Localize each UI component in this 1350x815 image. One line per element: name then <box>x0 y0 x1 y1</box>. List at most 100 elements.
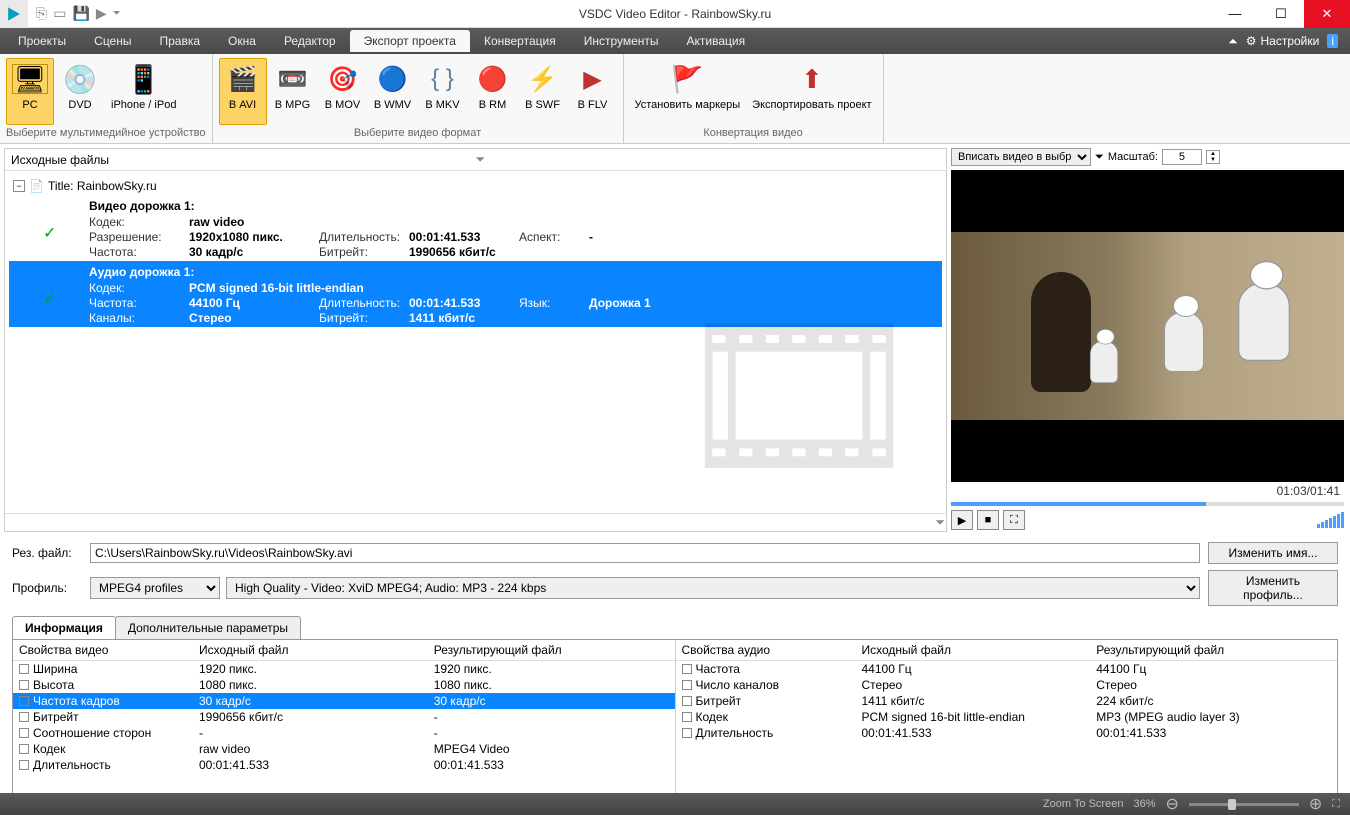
a-ch-l: Каналы: <box>89 311 189 325</box>
ribbon-В-SWF[interactable]: ⚡В SWF <box>519 58 567 125</box>
v-res-l: Разрешение: <box>89 230 189 244</box>
scale-down[interactable]: ▼ <box>1207 157 1219 163</box>
profile-group-select[interactable]: MPEG4 profiles <box>90 577 220 599</box>
tree-node-title[interactable]: Title: RainbowSky.ru <box>48 179 157 193</box>
profile-select[interactable]: High Quality - Video: XviD MPEG4; Audio:… <box>226 577 1200 599</box>
menu-Проекты[interactable]: Проекты <box>4 30 80 52</box>
tree-collapse-toggle[interactable]: − <box>13 180 25 192</box>
prop-row[interactable]: Битрейт1990656 кбит/с- <box>13 709 675 725</box>
a-lang: Дорожка 1 <box>589 296 689 310</box>
a-codec-l: Кодек: <box>89 281 189 295</box>
ribbon-В-FLV[interactable]: ▶В FLV <box>569 58 617 125</box>
fit-dropdown-icon[interactable]: ⏷ <box>1095 151 1104 164</box>
zoom-out-button[interactable]: ⊖ <box>1165 794 1178 814</box>
ribbon-В-RM[interactable]: 🔴В RM <box>469 58 517 125</box>
prop-row[interactable]: Битрейт1411 кбит/с224 кбит/с <box>676 693 1338 709</box>
menu-Правка[interactable]: Правка <box>146 30 215 52</box>
result-file-label: Рез. файл: <box>12 546 82 560</box>
menubar: ПроектыСценыПравкаОкнаРедакторЭкспорт пр… <box>0 28 1350 54</box>
menu-Активация[interactable]: Активация <box>673 30 760 52</box>
change-name-button[interactable]: Изменить имя... <box>1208 542 1338 564</box>
expand-icon[interactable]: ⏶ <box>1228 34 1238 49</box>
menu-Конвертация[interactable]: Конвертация <box>470 30 570 52</box>
tab-0[interactable]: Информация <box>12 616 116 639</box>
tab-1[interactable]: Дополнительные параметры <box>115 616 301 639</box>
v-codec: raw video <box>189 215 319 229</box>
v-asp-l: Аспект: <box>519 230 589 244</box>
ribbon-В-MPG[interactable]: 📼В MPG <box>269 58 317 125</box>
scale-label: Масштаб: <box>1108 151 1158 163</box>
result-file-input[interactable] <box>90 543 1200 563</box>
seekbar[interactable] <box>951 502 1344 506</box>
prop-row[interactable]: Ширина1920 пикс.1920 пикс. <box>13 661 675 677</box>
stop-button[interactable]: ■ <box>977 510 999 530</box>
v-freq-l: Частота: <box>89 245 189 259</box>
menu-Сцены[interactable]: Сцены <box>80 30 145 52</box>
scale-input[interactable] <box>1162 149 1202 165</box>
ribbon-В-MKV[interactable]: { }В MKV <box>419 58 467 125</box>
prop-row[interactable]: Число каналовСтереоСтерео <box>676 677 1338 693</box>
panel-dropdown-icon[interactable]: ⏷ <box>476 152 941 167</box>
prop-row[interactable]: КодекPCM signed 16-bit little-endianMP3 … <box>676 709 1338 725</box>
video-track-head[interactable]: Видео дорожка 1: <box>39 197 942 215</box>
prop-row[interactable]: Соотношение сторон-- <box>13 725 675 741</box>
ribbon: 🖥PC💿DVD📱iPhone / iPod Выберите мультимед… <box>0 54 1350 144</box>
ribbon-В-AVI[interactable]: 🎬В AVI <box>219 58 267 125</box>
prop-row[interactable]: Высота1080 пикс.1080 пикс. <box>13 677 675 693</box>
qa-copy-icon[interactable]: ⎘ <box>36 5 47 22</box>
fit-screen-button[interactable]: ⛶ <box>1332 798 1340 811</box>
qa-play-icon[interactable]: ▶ <box>96 5 107 22</box>
change-profile-button[interactable]: Изменить профиль... <box>1208 570 1338 606</box>
menu-Окна[interactable]: Окна <box>214 30 270 52</box>
a-codec: PCM signed 16-bit little-endian <box>189 281 519 295</box>
v-bit-l: Битрейт: <box>319 245 409 259</box>
prop-row[interactable]: Длительность00:01:41.53300:01:41.533 <box>13 757 675 773</box>
zoom-slider[interactable] <box>1189 803 1299 806</box>
menu-Инструменты[interactable]: Инструменты <box>570 30 673 52</box>
prop-row[interactable]: Частота кадров30 кадр/с30 кадр/с <box>13 693 675 709</box>
qa-dropdown-icon[interactable]: ⏷ <box>113 8 121 19</box>
ribbon-group1-title: Выберите мультимедийное устройство <box>6 125 206 141</box>
a-freq: 44100 Гц <box>189 296 319 310</box>
titlebar: ⎘ ▭ 💾 ▶ ⏷ VSDC Video Editor - RainbowSky… <box>0 0 1350 28</box>
panel-scroll-down[interactable]: ⏷ <box>935 515 945 530</box>
time-display: 01:03/01:41 <box>951 482 1344 500</box>
fullscreen-button[interactable]: ⛶ <box>1003 510 1025 530</box>
prop-row[interactable]: Частота44100 Гц44100 Гц <box>676 661 1338 677</box>
maximize-button[interactable]: ☐ <box>1258 0 1304 28</box>
ribbon-Экспортировать-проект[interactable]: ⬆Экспортировать проект <box>747 58 876 125</box>
v-dur-l: Длительность: <box>319 230 409 244</box>
menu-Экспорт проекта[interactable]: Экспорт проекта <box>350 30 470 52</box>
prop-row[interactable]: Кодекraw videoMPEG4 Video <box>13 741 675 757</box>
ribbon-Установить-маркеры[interactable]: 🚩Установить маркеры <box>630 58 746 125</box>
audio-track-selected[interactable]: ✓ Аудио дорожка 1: Кодек:PCM signed 16-b… <box>9 261 942 327</box>
ribbon-DVD[interactable]: 💿DVD <box>56 58 104 125</box>
minimize-button[interactable]: — <box>1212 0 1258 28</box>
ribbon-PC[interactable]: 🖥PC <box>6 58 54 125</box>
prop-row[interactable]: Длительность00:01:41.53300:01:41.533 <box>676 725 1338 741</box>
a-lang-l: Язык: <box>519 296 589 310</box>
profile-label: Профиль: <box>12 581 82 595</box>
settings-button[interactable]: ⚙ Настройки <box>1246 34 1320 48</box>
qa-add-icon[interactable]: ▭ <box>53 5 66 22</box>
qa-save-icon[interactable]: 💾 <box>72 5 89 22</box>
export-form: Рез. файл: Изменить имя... Профиль: MPEG… <box>0 536 1350 612</box>
play-button[interactable]: ▶ <box>951 510 973 530</box>
zoom-value: 36% <box>1133 798 1155 810</box>
close-button[interactable]: ✕ <box>1304 0 1350 28</box>
ribbon-iPhone-/-iPod[interactable]: 📱iPhone / iPod <box>106 58 181 125</box>
col-head: Исходный файл <box>862 643 1097 657</box>
zoom-in-button[interactable]: ⊕ <box>1309 794 1322 814</box>
source-files-panel: Исходные файлы ⏷ − 📄 Title: RainbowSky.r… <box>4 148 947 532</box>
volume-indicator[interactable] <box>1317 512 1344 528</box>
ribbon-В-MOV[interactable]: 🎯В MOV <box>319 58 367 125</box>
preview-viewport[interactable] <box>951 170 1344 482</box>
a-dur-l: Длительность: <box>319 296 409 310</box>
fit-select[interactable]: Вписать видео в выбр. р <box>951 148 1091 166</box>
check-icon: ✓ <box>43 289 56 309</box>
help-icon[interactable]: i <box>1327 34 1338 48</box>
menu-Редактор[interactable]: Редактор <box>270 30 350 52</box>
col-head: Свойства видео <box>19 643 199 657</box>
ribbon-В-WMV[interactable]: 🔵В WMV <box>369 58 417 125</box>
v-codec-l: Кодек: <box>89 215 189 229</box>
